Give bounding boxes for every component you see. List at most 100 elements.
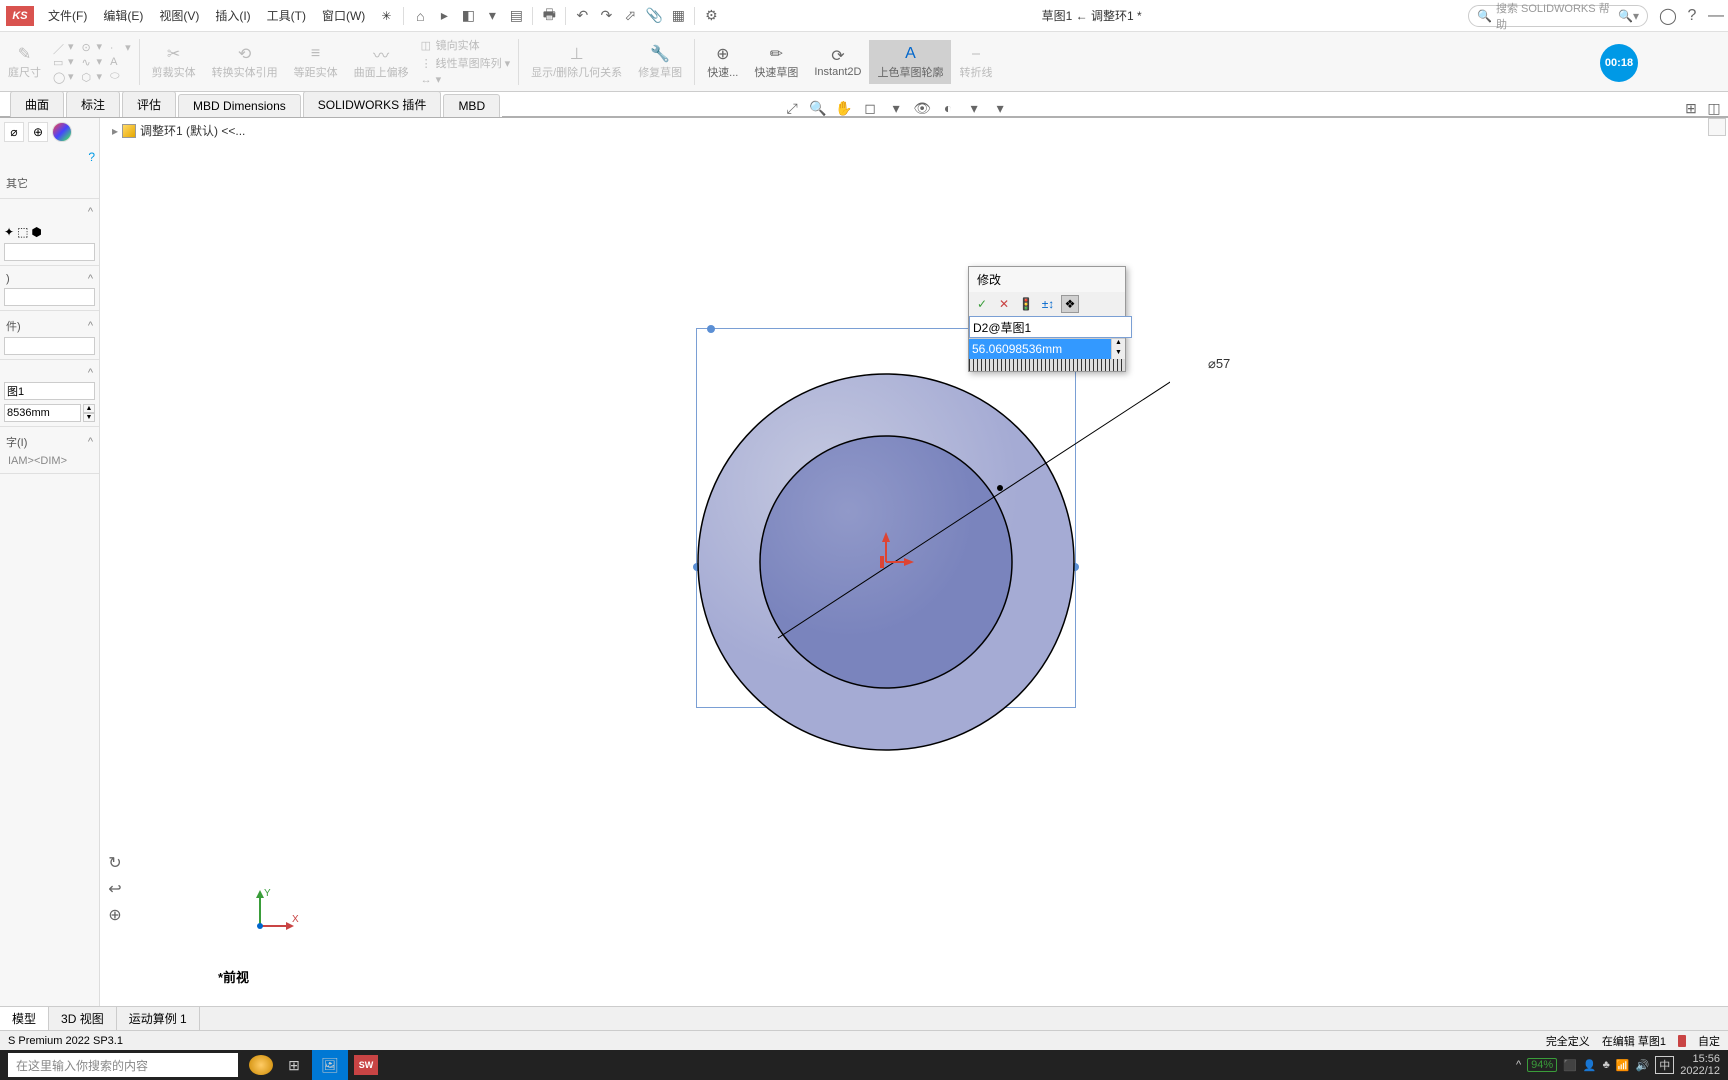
view-zoom-icon[interactable]: 🔍	[808, 98, 828, 118]
menu-file[interactable]: 文件(F)	[40, 7, 95, 24]
tab-motion[interactable]: 运动算例 1	[117, 1007, 200, 1030]
search-dropdown-icon[interactable]: 🔍▾	[1618, 9, 1639, 23]
menu-more[interactable]: ✳	[373, 9, 399, 23]
tab-3dview[interactable]: 3D 视图	[49, 1007, 117, 1030]
view-scene-icon[interactable]: ▾	[964, 98, 984, 118]
search-box[interactable]: 🔍 搜索 SOLIDWORKS 帮助 🔍▾	[1468, 5, 1648, 27]
trim-button[interactable]: ✂ 剪裁实体	[144, 40, 204, 84]
tool-ic-1[interactable]: ✦	[4, 225, 14, 239]
rp-btn-1[interactable]	[1708, 118, 1726, 136]
redo-flyout-icon[interactable]: ↻	[104, 852, 126, 874]
rebuild-icon[interactable]: 🚦	[1017, 295, 1035, 313]
tab-evaluate[interactable]: 评估	[122, 91, 176, 117]
collapse-3[interactable]: 件)^	[4, 315, 95, 337]
arc-button[interactable]: ⊙▾	[82, 40, 103, 53]
menu-window[interactable]: 窗口(W)	[314, 7, 373, 24]
repair-sketch-button[interactable]: 🔧 修复草图	[630, 40, 690, 84]
dimension-name-input[interactable]	[969, 316, 1132, 338]
corner-more-icon[interactable]: ◫	[1704, 98, 1724, 118]
quick-sketch-button[interactable]: ✏ 快速草图	[746, 40, 806, 84]
redo-icon[interactable]: ↷	[594, 4, 618, 28]
solidworks-task-icon[interactable]: SW	[348, 1050, 384, 1080]
value-slider[interactable]	[969, 359, 1125, 371]
view-render-icon[interactable]: ▾	[990, 98, 1010, 118]
tab-annotation[interactable]: 标注	[66, 91, 120, 117]
poly-button[interactable]: ⬡▾	[82, 70, 103, 83]
shade-sketch-button[interactable]: A 上色草图轮廓	[869, 40, 951, 84]
view-section-icon[interactable]: ▾	[886, 98, 906, 118]
windows-search-box[interactable]: 在这里输入你搜索的内容	[8, 1053, 238, 1077]
view-style-icon[interactable]: 👁	[912, 98, 932, 118]
menu-view[interactable]: 视图(V)	[151, 7, 207, 24]
panel-help-icon[interactable]: ?	[88, 150, 95, 164]
tray-icon-2[interactable]: 👤	[1583, 1059, 1597, 1072]
menu-edit[interactable]: 编辑(E)	[95, 7, 151, 24]
move-button[interactable]: ↔▾	[421, 73, 511, 86]
appearance-tab-icon[interactable]	[52, 122, 72, 142]
side-dropdown-3[interactable]	[4, 337, 95, 355]
undo-icon[interactable]: ↶	[570, 4, 594, 28]
clock[interactable]: 15:56 2022/12	[1680, 1053, 1720, 1077]
font-label[interactable]: 字(I)^	[4, 431, 95, 453]
fold-line-button[interactable]: ⎯ 转折线	[951, 40, 1000, 84]
view-hide-icon[interactable]: ◐	[938, 98, 958, 118]
mirror-button[interactable]: ◫镜向实体	[421, 37, 511, 53]
quick-snap-button[interactable]: ⊕ 快速...	[699, 40, 746, 84]
spline-button[interactable]: ∿▾	[82, 55, 103, 68]
slot-button[interactable]: ⬭	[110, 70, 131, 82]
spin-down-icon[interactable]: ▼	[1112, 349, 1125, 359]
select-icon[interactable]: ⬀	[618, 4, 642, 28]
collapse-1[interactable]: ^	[4, 203, 95, 221]
sketch-name-field[interactable]	[4, 382, 95, 400]
tool-icon[interactable]: ◧	[456, 4, 480, 28]
photos-app-icon[interactable]: 🖼	[312, 1050, 348, 1080]
line-button[interactable]: ／▾	[53, 40, 74, 53]
collapse-2[interactable]: )^	[4, 270, 95, 288]
instant2d-button[interactable]: ⟳ Instant2D	[806, 42, 869, 82]
side-dropdown-1[interactable]	[4, 243, 95, 261]
zoom-flyout-icon[interactable]: ⊕	[104, 904, 126, 926]
tab-mbd[interactable]: MBD	[443, 94, 500, 117]
home-icon[interactable]: ⌂	[408, 4, 432, 28]
settings-icon[interactable]: ⚙	[699, 4, 723, 28]
back-icon[interactable]: ▸	[432, 4, 456, 28]
cancel-icon[interactable]: ✕	[995, 295, 1013, 313]
tab-mbd-dim[interactable]: MBD Dimensions	[178, 94, 301, 117]
spin-up-icon[interactable]: ▲	[1112, 339, 1125, 349]
show-relations-button[interactable]: ⊥ 显示/删除几何关系	[523, 40, 630, 84]
tool-ic-3[interactable]: ⬢	[31, 225, 41, 239]
circle-button[interactable]: ◯▾	[53, 70, 74, 83]
dimension-value-input[interactable]: 56.06098536mm	[969, 339, 1111, 359]
smart-dimension-button[interactable]: ✎ 庭尺寸	[0, 40, 49, 84]
convert-button[interactable]: ⟲ 转换实体引用	[204, 40, 286, 84]
menu-tools[interactable]: 工具(T)	[259, 7, 314, 24]
canvas[interactable]: ▸ 调整环1 (默认) <<...	[100, 118, 1728, 1006]
view-box-icon[interactable]: ◻	[860, 98, 880, 118]
tab-model[interactable]: 模型	[0, 1007, 49, 1030]
print-icon[interactable]: 🖶	[537, 4, 561, 28]
view-orient-icon[interactable]: ⤢	[782, 98, 802, 118]
spin-up[interactable]: ▲	[83, 404, 95, 413]
breadcrumb[interactable]: ▸ 调整环1 (默认) <<...	[112, 122, 245, 139]
undo-flyout-icon[interactable]: ↩	[104, 878, 126, 900]
side-dropdown-2[interactable]	[4, 288, 95, 306]
attach-icon[interactable]: 📎	[642, 4, 666, 28]
curve-offset-button[interactable]: 〰 曲面上偏移	[346, 40, 417, 84]
text-button[interactable]: A	[110, 56, 131, 68]
tray-icon-1[interactable]: ⬛	[1563, 1059, 1577, 1072]
mark-icon[interactable]: ❖	[1061, 295, 1079, 313]
reverse-icon[interactable]: ±↕	[1039, 295, 1057, 313]
list-icon[interactable]: ▦	[666, 4, 690, 28]
dimension-value-field[interactable]	[4, 404, 81, 422]
volume-icon[interactable]: 🔊	[1636, 1059, 1650, 1072]
tray-icon-3[interactable]: ♣	[1603, 1059, 1610, 1071]
tool-ic-2[interactable]: ⬚	[17, 225, 28, 239]
spin-down[interactable]: ▼	[83, 413, 95, 422]
user-icon[interactable]: ◯	[1656, 4, 1680, 28]
point-button[interactable]: ∙▾	[110, 41, 131, 54]
tab-sw-plugins[interactable]: SOLIDWORKS 插件	[303, 91, 442, 117]
db-icon[interactable]: ▤	[504, 4, 528, 28]
view-pan-icon[interactable]: ✋	[834, 98, 854, 118]
offset-button[interactable]: ≡ 等距实体	[286, 40, 346, 84]
target-tab-icon[interactable]: ⊕	[28, 122, 48, 142]
